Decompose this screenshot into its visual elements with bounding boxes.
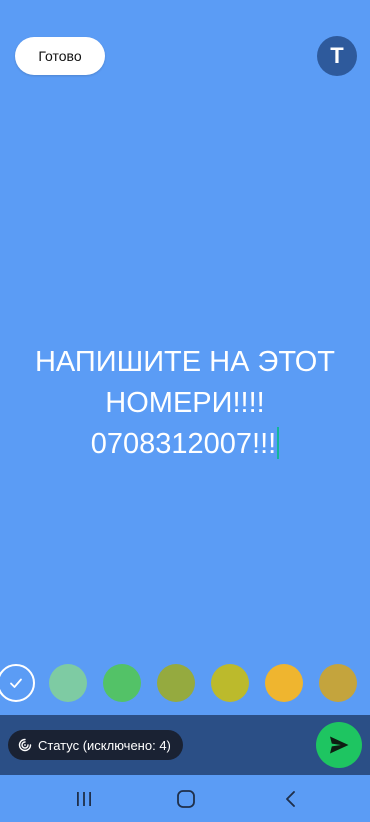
- status-privacy-chip[interactable]: Статус (исключено: 4): [8, 730, 183, 760]
- recent-apps-icon[interactable]: [72, 787, 96, 811]
- send-icon: [330, 736, 349, 754]
- back-icon[interactable]: [279, 787, 303, 811]
- color-swatch[interactable]: [157, 664, 195, 702]
- color-swatch[interactable]: [265, 664, 303, 702]
- system-nav-bar: [0, 775, 370, 822]
- check-icon: [10, 678, 22, 688]
- done-button[interactable]: Готово: [15, 37, 105, 75]
- color-swatch-selected[interactable]: [0, 664, 35, 702]
- font-toggle-icon: T: [330, 43, 344, 68]
- status-text-input[interactable]: НАПИШИТЕ НА ЭТОТ НОМЕРИ!!!! 0708312007!!…: [0, 342, 370, 465]
- font-toggle-button[interactable]: T: [317, 36, 357, 76]
- color-swatch[interactable]: [211, 664, 249, 702]
- status-text-line-3: 0708312007!!!: [90, 428, 277, 460]
- text-cursor: [277, 427, 280, 459]
- status-privacy-label: Статус (исключено: 4): [38, 737, 171, 753]
- status-composer-screen: Готово T НАПИШИТЕ НА ЭТОТ НОМЕРИ!!!! 070…: [0, 0, 370, 822]
- color-swatch[interactable]: [319, 664, 357, 702]
- color-swatch[interactable]: [103, 664, 141, 702]
- color-swatch[interactable]: [49, 664, 87, 702]
- status-text-line-2: НОМЕРИ!!!!: [105, 387, 265, 419]
- done-button-label: Готово: [38, 48, 82, 64]
- bottom-bar: Статус (исключено: 4): [0, 715, 370, 775]
- status-text-line-1: НАПИШИТЕ НА ЭТОТ: [34, 346, 336, 378]
- status-icon: [18, 738, 32, 752]
- home-icon[interactable]: [174, 787, 198, 811]
- send-button[interactable]: [316, 722, 362, 768]
